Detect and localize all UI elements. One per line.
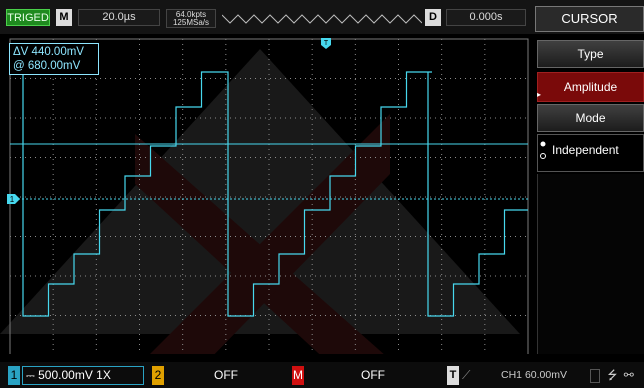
cursor-readout: ΔV 440.00mV @ 680.00mV — [9, 43, 99, 75]
math-badge[interactable]: M — [292, 366, 304, 385]
trigger-status-badge: TRIGED — [6, 9, 50, 26]
ch1-level-marker[interactable]: 1 — [7, 194, 20, 204]
trigger-badge[interactable]: T — [447, 366, 459, 385]
waveform-display[interactable]: T 1 — [0, 34, 536, 354]
trigger-position-marker[interactable]: T — [321, 38, 331, 49]
menu-empty-area — [537, 174, 644, 354]
ch2-badge[interactable]: 2 — [152, 366, 164, 385]
storage-icon — [590, 368, 600, 383]
mode-options-panel[interactable]: Independent — [537, 134, 644, 172]
menu-title: CURSOR — [535, 6, 644, 32]
ch1-setting-label: 500.00mV 1X — [38, 368, 111, 382]
status-icons: ⭍ ⚯ — [590, 366, 644, 385]
type-value[interactable]: ▸ Amplitude — [537, 72, 644, 102]
mode-button[interactable]: Mode — [537, 104, 644, 132]
radio-indicator-icon — [540, 141, 546, 159]
rising-edge-icon: ⟋ — [462, 368, 471, 382]
main-timebase-badge[interactable]: M — [56, 9, 72, 26]
svg-text:T: T — [324, 40, 329, 47]
sample-rate: 125MSa/s — [172, 18, 210, 27]
timebase-value[interactable]: 20.0µs — [78, 9, 160, 26]
ch2-setting[interactable]: OFF — [166, 366, 286, 385]
cursor-level-value: @ 680.00mV — [13, 60, 81, 72]
dc-coupling-icon: ⎓ — [26, 370, 35, 382]
cursor-delta-value: ΔV 440.00mV — [13, 46, 84, 58]
memory-wave-indicator — [222, 14, 422, 24]
mode-value[interactable]: Independent — [552, 143, 619, 157]
trigger-position-value[interactable]: 0.000s — [446, 9, 526, 26]
trigger-setting[interactable]: CH1 60.00mV — [484, 366, 584, 385]
delay-badge[interactable]: D — [425, 9, 441, 26]
type-value-label: Amplitude — [563, 80, 618, 94]
math-setting[interactable]: OFF — [306, 366, 440, 385]
svg-text:1: 1 — [10, 195, 15, 204]
ch1-setting[interactable]: ⎓ 500.00mV 1X — [22, 366, 144, 385]
ch1-badge[interactable]: 1 — [8, 366, 20, 385]
acquisition-info: 64.0kpts 125MSa/s — [166, 9, 216, 28]
network-icon: ⚯ — [623, 368, 634, 382]
usb-icon: ⭍ — [607, 368, 618, 382]
type-button[interactable]: Type — [537, 40, 644, 68]
